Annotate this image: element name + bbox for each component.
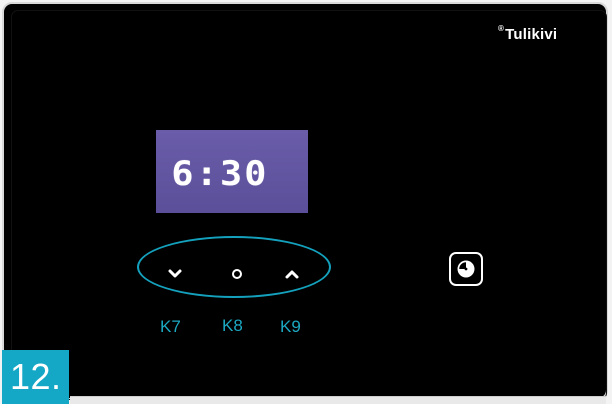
photo-bottom-edge [70, 396, 606, 404]
step-number-badge: 12. [2, 350, 69, 404]
key-label-k9: K9 [280, 317, 301, 336]
time-readout: 6:30 [171, 153, 269, 194]
chevron-up-icon [285, 270, 299, 279]
timer-button[interactable] [449, 252, 483, 286]
time-display: 6:30 [156, 130, 308, 213]
panel-bezel [11, 10, 607, 400]
registered-mark: ® [498, 24, 505, 33]
key-k9-button[interactable] [278, 260, 306, 288]
brand-name: Tulikivi [505, 26, 558, 43]
key-label-k8: K8 [222, 316, 243, 335]
key-k7-button[interactable] [161, 260, 189, 288]
brand-logo: ® Tulikivi [498, 24, 558, 43]
chevron-down-icon [168, 269, 182, 278]
dot-icon [232, 269, 242, 279]
key-k8-button[interactable] [223, 260, 251, 288]
control-panel-image: ® Tulikivi 6:30 K7 K8 K9 12. [0, 0, 612, 404]
key-label-k7: K7 [160, 317, 181, 336]
timer-icon [457, 260, 475, 278]
